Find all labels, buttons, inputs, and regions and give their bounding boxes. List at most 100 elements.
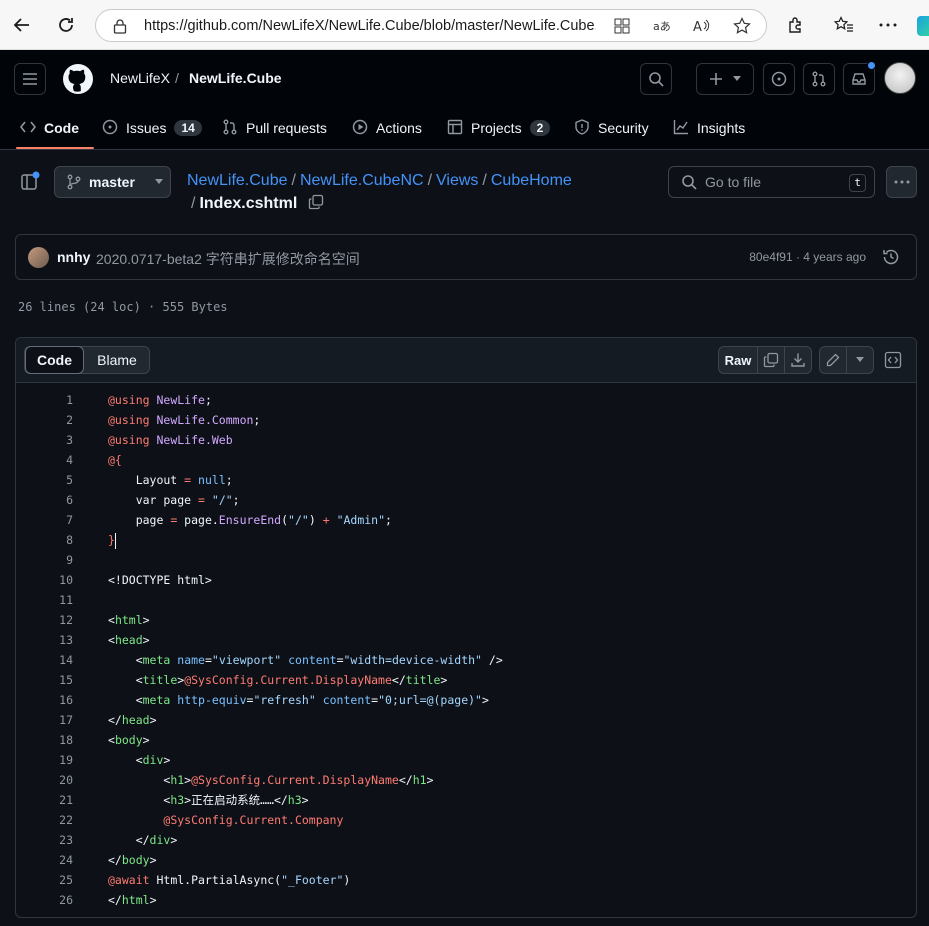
favorites-icon[interactable]: [832, 13, 856, 37]
back-arrow-icon[interactable]: [10, 13, 34, 37]
tab-projects-label: Projects: [471, 120, 522, 136]
line-number[interactable]: 7: [16, 510, 73, 530]
code-line: 17 </head>: [16, 710, 916, 730]
address-bar[interactable]: https://github.com/NewLifeX/NewLife.Cube…: [95, 9, 767, 42]
repo-name-link[interactable]: NewLife.Cube: [189, 70, 282, 86]
tab-security[interactable]: Security: [574, 118, 649, 138]
line-number[interactable]: 16: [16, 690, 73, 710]
line-content: </div>: [108, 833, 178, 847]
line-content: @{: [108, 453, 122, 467]
pull-requests-button[interactable]: [803, 63, 835, 95]
commit-meta[interactable]: 80e4f91 · 4 years ago: [749, 250, 866, 264]
code-line: 13 <head>: [16, 630, 916, 650]
issue-icon: [102, 119, 118, 138]
tab-pull-requests[interactable]: Pull requests: [222, 118, 327, 138]
line-number[interactable]: 12: [16, 610, 73, 630]
raw-button[interactable]: Raw: [718, 346, 758, 374]
read-aloud-icon[interactable]: A: [692, 16, 712, 36]
line-number[interactable]: 20: [16, 770, 73, 790]
repo-owner-link[interactable]: NewLifeX: [110, 70, 170, 86]
tab-issues[interactable]: Issues 14: [102, 118, 202, 138]
code-line: 26 </html>: [16, 890, 916, 910]
line-content: <title>@SysConfig.Current.DisplayName</t…: [108, 673, 448, 687]
line-number[interactable]: 6: [16, 490, 73, 510]
user-avatar[interactable]: [884, 62, 916, 94]
sidebar-expand-icon[interactable]: [19, 170, 43, 194]
hamburger-menu-icon[interactable]: [14, 63, 46, 95]
create-new-button[interactable]: [696, 63, 754, 95]
line-number[interactable]: 11: [16, 590, 73, 610]
tab-actions-label: Actions: [376, 120, 422, 136]
line-number[interactable]: 3: [16, 430, 73, 450]
line-number[interactable]: 4: [16, 450, 73, 470]
line-number[interactable]: 23: [16, 830, 73, 850]
breadcrumb-folder-link[interactable]: Views: [436, 172, 478, 189]
line-number[interactable]: 25: [16, 870, 73, 890]
line-number[interactable]: 26: [16, 890, 73, 910]
commit-message[interactable]: 2020.0717-beta2 字符串扩展修改命名空间: [96, 249, 360, 269]
breadcrumb-folder-link[interactable]: CubeHome: [491, 172, 572, 189]
code-toolbar: Code Blame Raw: [16, 338, 916, 383]
line-number[interactable]: 5: [16, 470, 73, 490]
github-logo-icon[interactable]: [62, 63, 94, 95]
line-number[interactable]: 8: [16, 530, 73, 550]
line-number[interactable]: 17: [16, 710, 73, 730]
code-view-button[interactable]: Code: [25, 346, 84, 374]
history-icon[interactable]: [882, 248, 900, 271]
line-number[interactable]: 15: [16, 670, 73, 690]
code-line: 11: [16, 590, 916, 610]
lock-icon[interactable]: [110, 16, 130, 36]
translate-icon[interactable]: aあ: [652, 16, 672, 36]
search-icon: [649, 72, 664, 87]
code-line: 18 <body>: [16, 730, 916, 750]
breadcrumb: NewLife.Cube / NewLife.CubeNC / Views / CubeHo…: [187, 169, 572, 193]
copy-raw-button[interactable]: [757, 346, 785, 374]
line-number[interactable]: 13: [16, 630, 73, 650]
tab-actions[interactable]: Actions: [352, 118, 422, 138]
edit-file-button[interactable]: [819, 346, 847, 374]
code-line: 25 @await Html.PartialAsync("_Footer"): [16, 870, 916, 890]
code-icon: [19, 120, 37, 136]
line-number[interactable]: 2: [16, 410, 73, 430]
owner-repo-separator: /: [175, 70, 179, 86]
search-button[interactable]: [640, 63, 672, 95]
reload-icon[interactable]: [54, 13, 78, 37]
extensions-icon[interactable]: [784, 13, 808, 37]
url-text[interactable]: https://github.com/NewLifeX/NewLife.Cube…: [144, 18, 596, 34]
edit-dropdown-button[interactable]: [846, 346, 874, 374]
line-number[interactable]: 1: [16, 390, 73, 410]
tab-code[interactable]: Code: [19, 118, 79, 138]
commit-author[interactable]: nnhy: [57, 249, 90, 265]
line-number[interactable]: 9: [16, 550, 73, 570]
github-header: NewLifeX / NewLife.Cube Code Issues 14 P: [0, 50, 929, 150]
issues-button[interactable]: [763, 63, 795, 95]
line-number[interactable]: 24: [16, 850, 73, 870]
download-raw-button[interactable]: [784, 346, 812, 374]
go-to-file-shortcut: t: [849, 174, 866, 192]
copilot-icon[interactable]: [917, 16, 929, 36]
favorite-star-icon[interactable]: [732, 16, 752, 36]
line-number[interactable]: 21: [16, 790, 73, 810]
tab-projects[interactable]: Projects 2: [447, 118, 551, 138]
breadcrumb-repo-link[interactable]: NewLife.Cube: [187, 172, 288, 189]
symbols-pane-icon[interactable]: [884, 351, 902, 369]
line-number[interactable]: 14: [16, 650, 73, 670]
line-content: Layout = null;: [108, 473, 233, 487]
more-menu-icon[interactable]: [876, 13, 900, 37]
tab-insights[interactable]: Insights: [673, 118, 745, 138]
line-content: page = page.EnsureEnd("/") + "Admin";: [108, 513, 392, 527]
blame-view-button[interactable]: Blame: [86, 347, 148, 373]
breadcrumb-folder-link[interactable]: NewLife.CubeNC: [300, 172, 424, 189]
code-line: 22 @SysConfig.Current.Company: [16, 810, 916, 830]
branch-selector-button[interactable]: master: [54, 166, 171, 198]
go-to-file-input[interactable]: Go to file t: [668, 166, 875, 198]
line-number[interactable]: 22: [16, 810, 73, 830]
issues-count-badge: 14: [174, 120, 202, 136]
line-number[interactable]: 18: [16, 730, 73, 750]
line-number[interactable]: 19: [16, 750, 73, 770]
app-grid-icon[interactable]: [612, 16, 632, 36]
caret-down-icon: [856, 357, 864, 362]
more-options-button[interactable]: [886, 166, 917, 198]
line-number[interactable]: 10: [16, 570, 73, 590]
author-avatar[interactable]: [28, 247, 49, 268]
